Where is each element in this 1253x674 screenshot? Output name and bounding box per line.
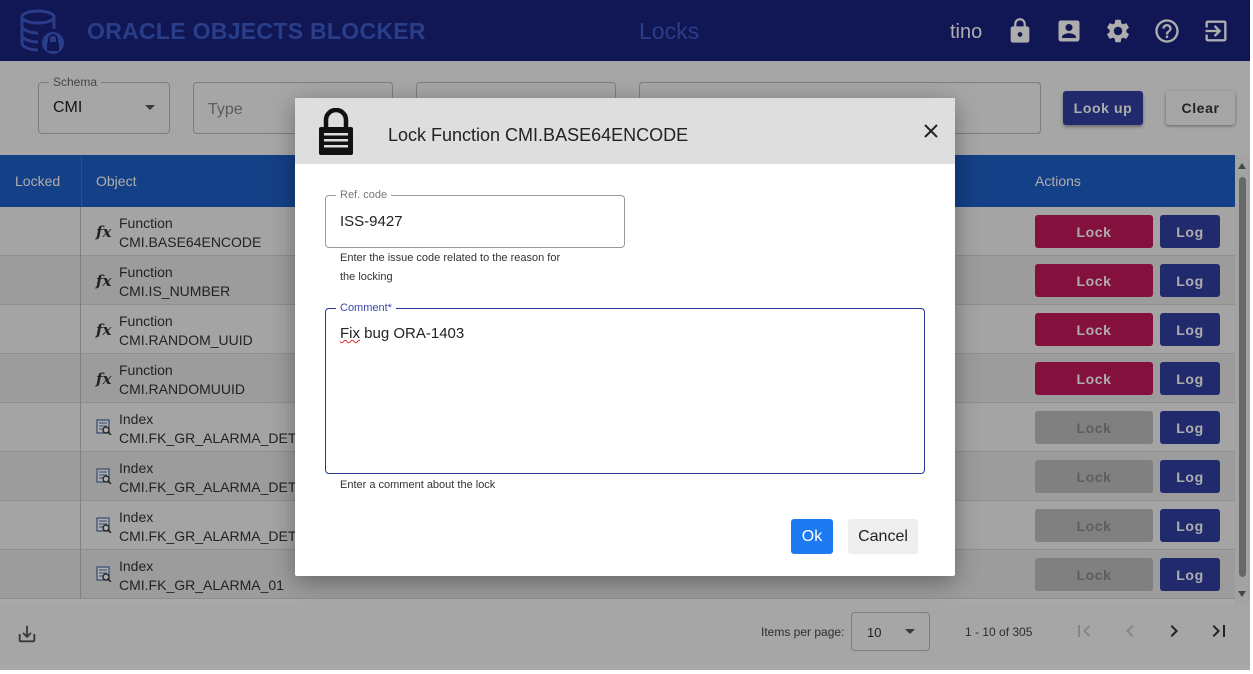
comment-value-rest: bug ORA-1403 (360, 325, 465, 342)
cancel-button[interactable]: Cancel (848, 519, 918, 554)
ref-code-hint-line2: the locking (340, 271, 393, 283)
comment-value: Fix bug ORA-1403 (340, 325, 464, 342)
dialog-header: Lock Function CMI.BASE64ENCODE (295, 98, 955, 164)
close-icon[interactable] (922, 122, 940, 140)
comment-field[interactable]: Comment* Fix bug ORA-1403 (325, 301, 925, 474)
comment-label: Comment* (336, 301, 396, 315)
misspelled-word: Fix (340, 325, 360, 342)
ok-button[interactable]: Ok (791, 519, 833, 554)
dialog-title: Lock Function CMI.BASE64ENCODE (388, 125, 689, 145)
ref-code-field[interactable]: Ref. code ISS-9427 (325, 188, 625, 248)
comment-hint: Enter a comment about the lock (340, 479, 496, 491)
app-window: ORACLE OBJECTS BLOCKER Locks tino Schema… (0, 0, 1250, 670)
ref-code-value: ISS-9427 (340, 213, 403, 230)
padlock-icon (319, 108, 353, 155)
ref-code-label: Ref. code (336, 188, 392, 202)
lock-dialog: Lock Function CMI.BASE64ENCODE Ref. code… (295, 98, 955, 576)
ref-code-hint-line1: Enter the issue code related to the reas… (340, 252, 561, 264)
ref-code-hint: Enter the issue code related to the reas… (340, 249, 560, 287)
